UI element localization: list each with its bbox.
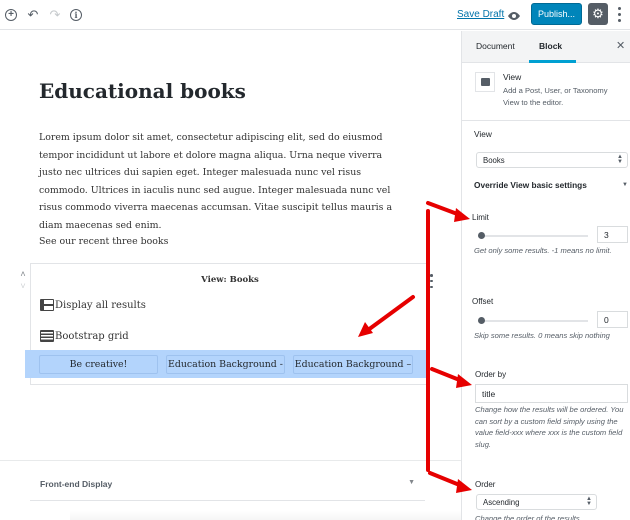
paragraph-block[interactable]: Lorem ipsum dolor sit amet, consectetur …	[39, 129, 401, 234]
divider	[0, 460, 461, 461]
move-down-icon[interactable]: ˅	[18, 280, 28, 292]
override-settings-toggle[interactable]: Override View basic settings	[474, 180, 587, 190]
dot	[617, 18, 621, 22]
dot	[430, 279, 433, 283]
tab-document[interactable]: Document	[476, 41, 515, 51]
block-description: Add a Post, User, or Taxonomy View to th…	[503, 86, 608, 107]
tab-block[interactable]: Block	[539, 41, 562, 51]
save-draft-link[interactable]: Save Draft	[457, 9, 504, 20]
shadow	[70, 511, 470, 520]
slider-thumb[interactable]	[478, 232, 485, 239]
order-by-label: Order by	[475, 370, 507, 379]
select-value: Ascending	[483, 497, 520, 507]
move-up-icon[interactable]: ˄	[18, 268, 28, 280]
option-label: Bootstrap grid	[55, 330, 129, 342]
order-help: Change the order of the results	[475, 514, 580, 520]
order-label: Order	[475, 480, 496, 489]
block-mover: ˄ ˅	[18, 268, 28, 292]
redo-icon: ↷	[49, 7, 61, 22]
block-more-button[interactable]	[430, 274, 434, 288]
sidebar-tabs: Document Block ✕	[462, 31, 630, 63]
select-arrows-icon: ▲ ▼	[586, 496, 592, 507]
order-by-input[interactable]: title	[475, 384, 628, 403]
undo-button[interactable]: ↶	[25, 7, 41, 23]
view-option-bootstrap-grid[interactable]: Bootstrap grid	[40, 330, 129, 342]
grid-icon	[40, 330, 54, 342]
order-select[interactable]: Ascending ▲ ▼	[476, 494, 597, 510]
settings-button[interactable]: ⚙	[588, 3, 608, 25]
dot	[430, 274, 433, 277]
offset-input[interactable]: 0	[597, 311, 628, 328]
close-sidebar-button[interactable]: ✕	[616, 39, 625, 52]
offset-slider[interactable]	[478, 317, 588, 324]
view-block-icon	[475, 72, 495, 92]
layout-cell[interactable]: Education Background -	[166, 354, 285, 374]
order-by-help: Change how the results will be ordered. …	[475, 405, 624, 449]
paragraph-block[interactable]: See our recent three books	[39, 236, 168, 247]
caret-down-icon: ▼	[622, 182, 628, 188]
caret-down-icon: ▼	[408, 479, 415, 486]
redo-button[interactable]: ↷	[47, 7, 63, 23]
select-value: Books	[483, 155, 505, 165]
layout-icon	[40, 299, 54, 311]
panel-title: Front-end Display	[40, 479, 113, 489]
publish-button[interactable]: Publish...	[531, 3, 582, 25]
info-icon: i	[70, 9, 82, 21]
dot	[617, 6, 621, 10]
slider-thumb[interactable]	[478, 317, 485, 324]
limit-label: Limit	[472, 213, 489, 222]
editor-canvas: Educational books Lorem ipsum dolor sit …	[0, 31, 470, 520]
limit-slider[interactable]	[478, 232, 588, 239]
view-block[interactable]: View: Books Display all results Bootstra…	[25, 263, 428, 385]
editor-toolbar: + ↶ ↷ i Save Draft Publish... ⚙	[0, 0, 630, 30]
view-label: View	[474, 129, 492, 139]
select-arrows-icon: ▲ ▼	[617, 154, 623, 165]
settings-sidebar: Document Block ✕ View Add a Post, User, …	[461, 31, 630, 520]
more-menu-button[interactable]	[614, 5, 624, 23]
layout-cell[interactable]: Education Background –	[293, 354, 413, 374]
view-option-display-all[interactable]: Display all results	[40, 299, 146, 311]
add-block-button[interactable]: +	[3, 7, 19, 23]
view-block-title: View: Books	[201, 275, 259, 285]
dot	[430, 285, 433, 288]
undo-icon: ↶	[27, 7, 39, 22]
view-select[interactable]: Books ▲ ▼	[476, 152, 628, 168]
offset-help: Skip some results. 0 means skip nothing	[474, 331, 610, 340]
gear-icon: ⚙	[592, 6, 604, 21]
dot	[617, 12, 621, 16]
option-label: Display all results	[55, 299, 146, 311]
post-title[interactable]: Educational books	[39, 79, 246, 103]
block-name: View	[503, 72, 522, 82]
layout-cell[interactable]: Be creative!	[39, 354, 158, 374]
plus-circle-icon: +	[5, 9, 17, 21]
limit-help: Get only some results. -1 means no limit…	[474, 246, 612, 255]
info-button[interactable]: i	[68, 7, 84, 23]
front-end-display-panel[interactable]: Front-end Display ▼	[30, 471, 425, 501]
selected-layout-row[interactable]: Be creative! Education Background - Educ…	[25, 350, 428, 378]
block-card: View Add a Post, User, or Taxonomy View …	[462, 63, 630, 121]
eye-icon	[508, 12, 520, 20]
preview-button[interactable]	[507, 8, 521, 20]
limit-input[interactable]: 3	[597, 226, 628, 243]
offset-label: Offset	[472, 297, 494, 306]
close-icon: ✕	[616, 40, 626, 52]
